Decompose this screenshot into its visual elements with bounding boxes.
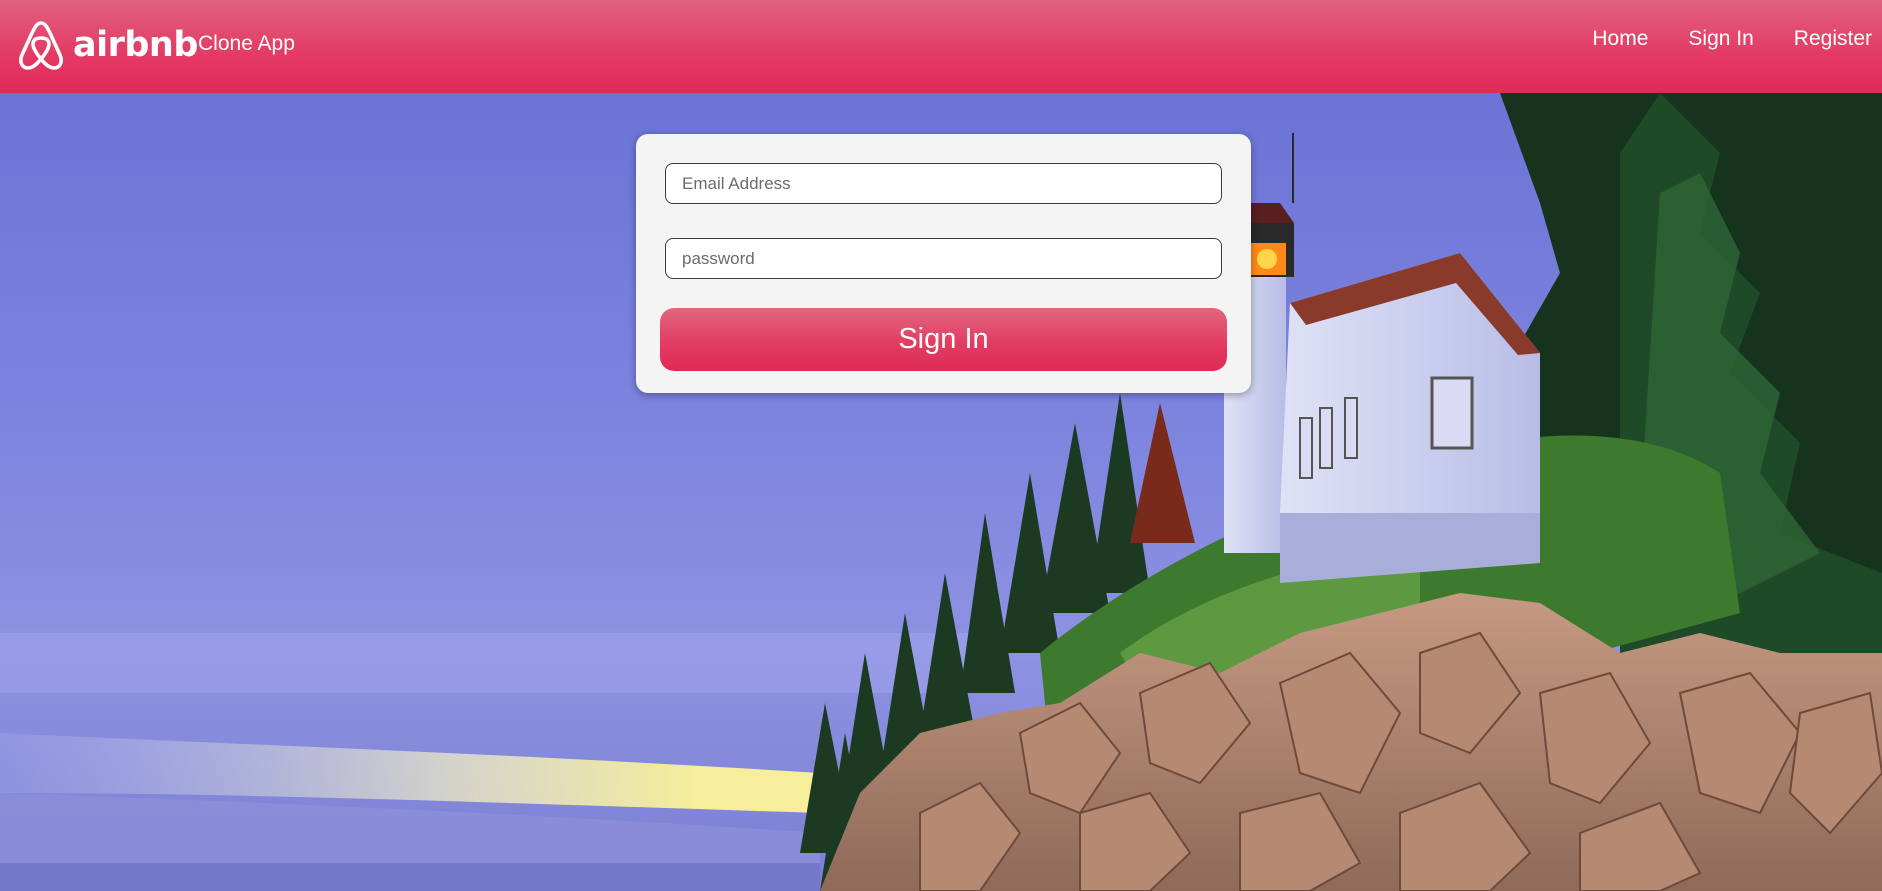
- nav-signin-link[interactable]: Sign In: [1688, 25, 1753, 53]
- nav-home-link[interactable]: Home: [1592, 25, 1648, 53]
- nav-register-link[interactable]: Register: [1794, 25, 1872, 53]
- navbar: airbnb Clone App Home Sign In Register: [0, 0, 1882, 93]
- signin-card: Sign In: [636, 134, 1251, 393]
- email-field[interactable]: [665, 163, 1222, 204]
- app-subtitle: Clone App: [198, 32, 295, 55]
- page: airbnb Clone App Home Sign In Register E…: [0, 0, 1882, 891]
- nav-links: Home Sign In Register: [1552, 25, 1872, 53]
- airbnb-logo-icon: [19, 21, 63, 70]
- brand[interactable]: airbnb: [17, 19, 198, 71]
- signin-button[interactable]: Sign In: [660, 308, 1227, 371]
- password-field[interactable]: [665, 238, 1222, 279]
- brand-name: airbnb: [73, 25, 198, 65]
